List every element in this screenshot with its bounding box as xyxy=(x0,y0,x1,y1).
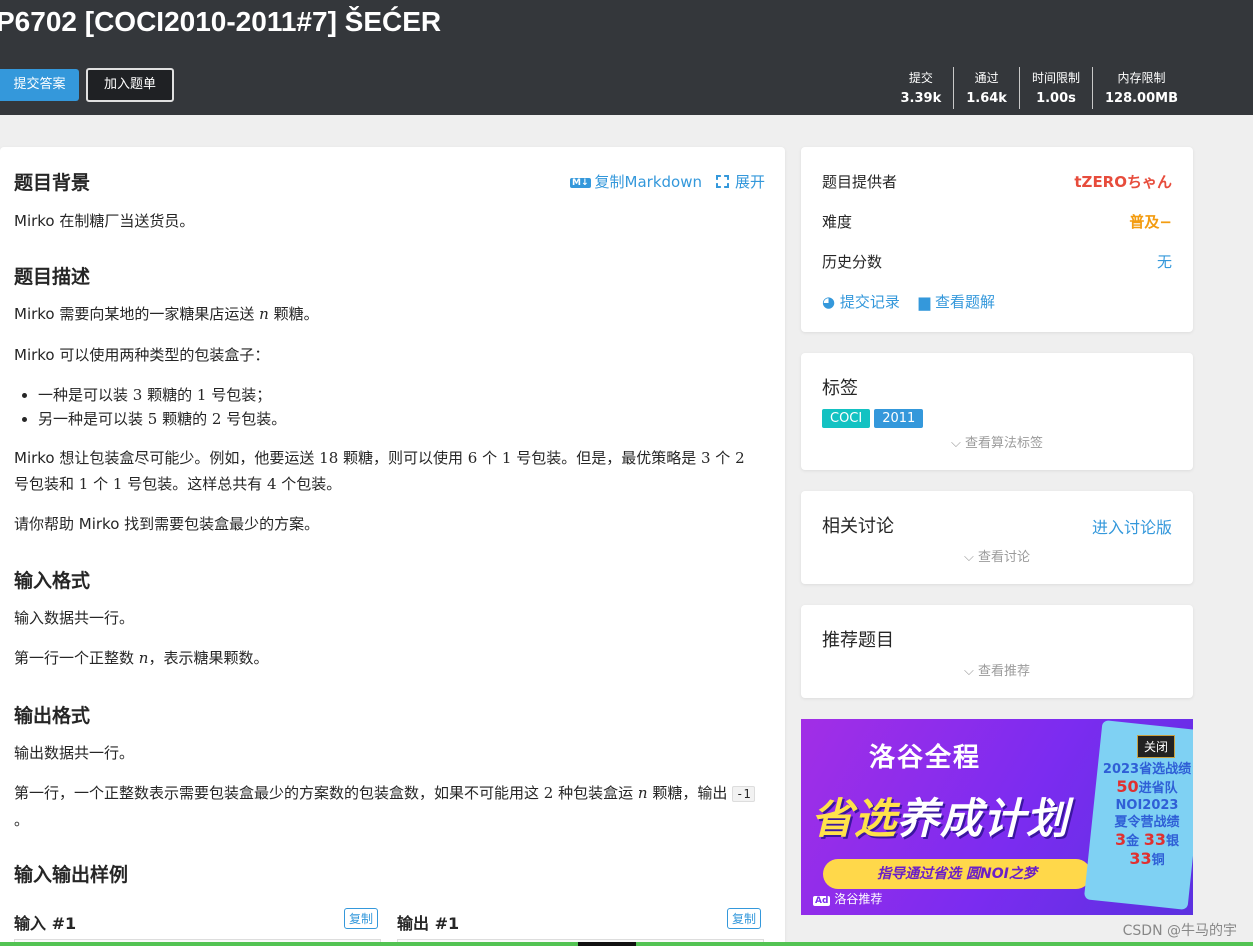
tags-card: 标签 COCI 2011 ⌵ 查看算法标签 xyxy=(801,353,1193,470)
enter-forum-link[interactable]: 进入讨论版 xyxy=(1092,514,1172,538)
discussion-heading: 相关讨论 xyxy=(822,516,894,537)
output-sample-title: 输出 #1 xyxy=(397,914,460,933)
info-links: ◕ 提交记录 ▆ 查看题解 xyxy=(822,291,1172,312)
copy-markdown-link[interactable]: M↓ 复制Markdown xyxy=(570,171,702,192)
show-recommendations[interactable]: ⌵ 查看推荐 xyxy=(801,660,1193,679)
ad-slogan: 指导通过省选 圆NOI之梦 xyxy=(823,859,1091,889)
difficulty-label: 难度 xyxy=(822,213,853,231)
difficulty-value[interactable]: 普及− xyxy=(1129,211,1172,232)
stat-value: 1.64k xyxy=(966,91,1007,106)
list-item: 另一种是可以装 5 颗糖的 2 号包装。 xyxy=(38,407,286,431)
chevron-down-icon: ⌵ xyxy=(963,550,974,565)
history-label: 历史分数 xyxy=(822,253,883,271)
samples-heading: 输入输出样例 xyxy=(14,864,129,886)
submit-answer-button[interactable]: 提交答案 xyxy=(0,69,79,101)
stat-label: 提交 xyxy=(908,71,933,85)
copy-input-button[interactable]: 复制 xyxy=(344,908,379,929)
show-algorithm-tags[interactable]: ⌵ 查看算法标签 xyxy=(801,432,1193,451)
stat-time-limit: 时间限制 1.00s xyxy=(1018,67,1092,109)
add-to-list-button[interactable]: 加入题单 xyxy=(86,68,174,102)
description-paragraph: 请你帮助 Mirko 找到需要包装盒最少的方案。 xyxy=(14,515,320,533)
output-format-text: 输出数据共一行。 xyxy=(14,744,135,762)
problem-info-card: 题目提供者 tZEROちゃん 难度 普及− 历史分数 无 ◕ 提交记录 ▆ 查看… xyxy=(801,147,1193,332)
chevron-down-icon: ⌵ xyxy=(963,664,974,679)
output-format-heading: 输出格式 xyxy=(14,705,91,727)
stat-accepted: 通过 1.64k xyxy=(953,67,1019,109)
background-heading: 题目背景 xyxy=(14,172,91,194)
expand-icon xyxy=(715,175,729,188)
markdown-icon: M↓ xyxy=(570,178,591,188)
difficulty-row: 难度 普及− xyxy=(822,211,1172,232)
input-sample-title: 输入 #1 xyxy=(14,914,77,933)
background-text: Mirko 在制糖厂当送货员。 xyxy=(14,212,195,230)
description-paragraph: Mirko 想让包装盒尽可能少。例如，他要运送 18 颗糖，则可以使用 6 个 … xyxy=(14,449,745,493)
statement-toolbar: M↓ 复制Markdown 展开 xyxy=(570,171,765,192)
tags-heading: 标签 xyxy=(822,378,858,399)
discussion-card: 相关讨论 进入讨论版 ⌵ 查看讨论 xyxy=(801,491,1193,584)
expand-label: 展开 xyxy=(734,173,765,191)
bottom-progress-bar xyxy=(0,942,1253,946)
view-solutions-link[interactable]: ▆ 查看题解 xyxy=(919,293,995,311)
ad-banner[interactable]: 洛谷全程 省选养成计划 指导通过省选 圆NOI之梦 2023省选战绩 50进省队… xyxy=(801,719,1193,915)
list-item: 一种是可以装 3 颗糖的 1 号包装； xyxy=(38,383,286,407)
provider-link[interactable]: tZEROちゃん xyxy=(1074,171,1172,192)
stat-value: 3.39k xyxy=(900,91,942,106)
ad-logo: 洛谷全程 xyxy=(869,743,982,773)
submission-records-link[interactable]: ◕ 提交记录 xyxy=(822,293,900,311)
history-score-row: 历史分数 无 xyxy=(822,251,1172,272)
provider-label: 题目提供者 xyxy=(822,173,898,191)
bottom-bar-segment xyxy=(578,942,636,946)
problem-stats: 提交 3.39k 通过 1.64k 时间限制 1.00s 内存限制 128.00… xyxy=(889,67,1191,109)
expand-link[interactable]: 展开 xyxy=(715,171,765,192)
stat-submissions: 提交 3.39k xyxy=(889,67,954,109)
input-format-heading: 输入格式 xyxy=(14,570,91,592)
show-discussions[interactable]: ⌵ 查看讨论 xyxy=(801,546,1193,565)
stat-memory-limit: 内存限制 128.00MB xyxy=(1091,67,1190,109)
ad-headline: 省选养成计划 xyxy=(811,794,1070,843)
book-icon: ▆ xyxy=(918,293,931,311)
description-paragraph: Mirko 可以使用两种类型的包装盒子： xyxy=(14,346,270,364)
recommend-heading: 推荐题目 xyxy=(822,630,894,651)
stat-label: 时间限制 xyxy=(1031,71,1080,85)
ad-close-button[interactable]: 关闭 xyxy=(1137,735,1176,758)
output-format-text: 第一行，一个正整数表示需要包装盒最少的方案数的包装盒数，如果不可能用这 2 种包… xyxy=(14,780,764,833)
stat-value: 128.00MB xyxy=(1104,91,1178,106)
chevron-down-icon: ⌵ xyxy=(950,436,961,451)
description-heading: 题目描述 xyxy=(14,266,91,288)
pie-chart-icon: ◕ xyxy=(822,293,836,311)
tag-2011[interactable]: 2011 xyxy=(874,409,924,428)
stat-label: 通过 xyxy=(974,71,999,85)
tag-coci[interactable]: COCI xyxy=(822,409,871,428)
csdn-watermark: CSDN @牛马的宇 xyxy=(1122,923,1237,939)
stat-value: 1.00s xyxy=(1036,91,1076,106)
problem-header: P6702 [COCI2010-2011#7] ŠEĆER 提交答案 加入题单 … xyxy=(0,0,1253,115)
recommend-card: 推荐题目 ⌵ 查看推荐 xyxy=(801,605,1193,698)
description-paragraph: Mirko 需要向某地的一家糖果店运送 n 颗糖。 xyxy=(14,305,319,323)
provider-row: 题目提供者 tZEROちゃん xyxy=(822,171,1172,192)
ad-badge-icon: Ad xyxy=(813,896,831,906)
history-score-value: 无 xyxy=(1156,253,1172,271)
problem-statement-card: M↓ 复制Markdown 展开 题目背景 Mirko 在制糖厂当送货员。 题目描… xyxy=(0,147,785,946)
copy-markdown-label: 复制Markdown xyxy=(594,173,702,191)
ad-stats-text: 2023省选战绩 50进省队 NOI2023 夏令营战绩 3金 33银 33铜 xyxy=(1102,762,1192,868)
input-format-text: 输入数据共一行。 xyxy=(14,609,135,627)
ad-footer: Ad 洛谷推荐 xyxy=(813,892,883,906)
problem-title: P6702 [COCI2010-2011#7] ŠEĆER xyxy=(0,6,442,37)
input-format-text: 第一行一个正整数 n，表示糖果颗数。 xyxy=(14,649,269,667)
tag-list: COCI 2011 xyxy=(822,407,927,428)
copy-output-button[interactable]: 复制 xyxy=(727,908,762,929)
stat-label: 内存限制 xyxy=(1117,71,1166,85)
package-type-list: 一种是可以装 3 颗糖的 1 号包装； 另一种是可以装 5 颗糖的 2 号包装。 xyxy=(38,383,286,431)
